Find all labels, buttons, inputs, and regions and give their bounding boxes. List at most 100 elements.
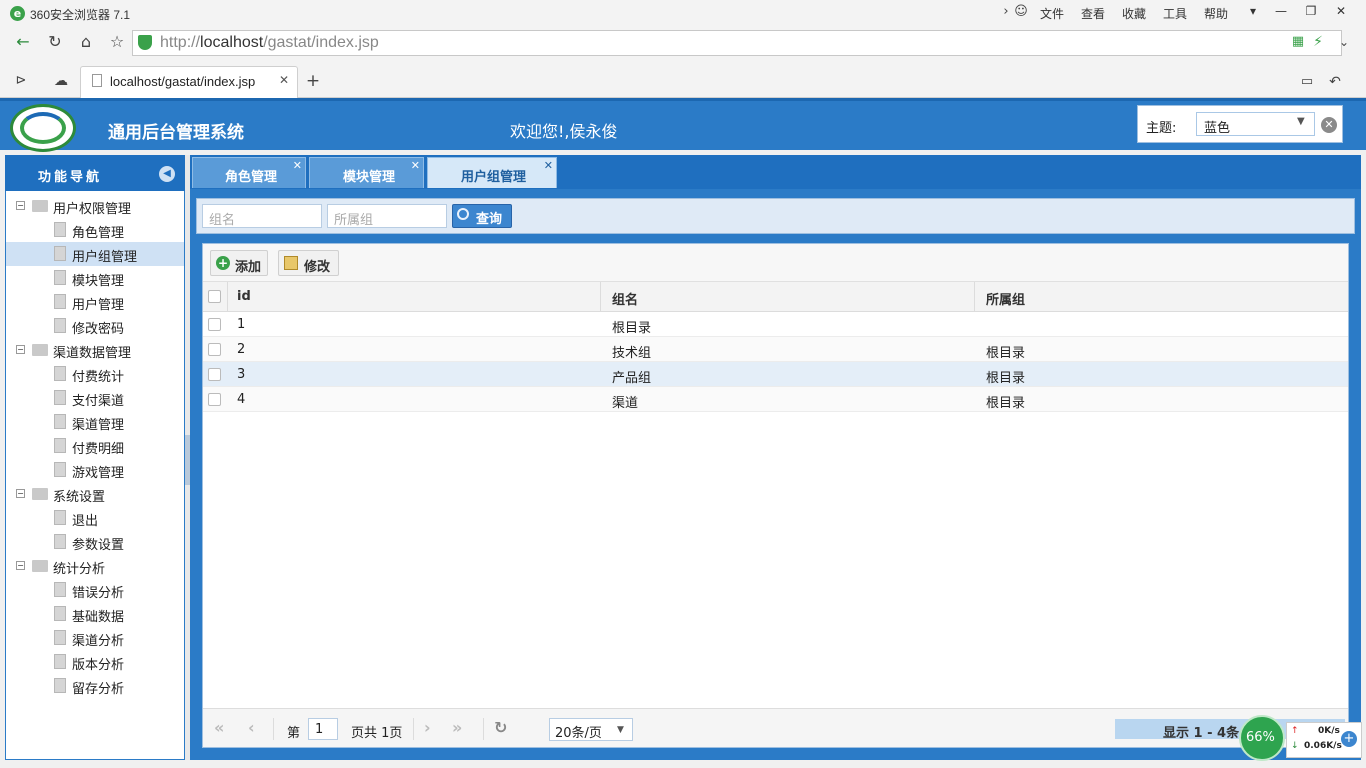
row-checkbox[interactable] xyxy=(208,368,221,381)
collapse-toggle-icon[interactable]: − xyxy=(16,489,25,498)
maximize-icon[interactable]: ❐ xyxy=(1298,0,1324,22)
table-row[interactable]: 2 技术组 根目录 xyxy=(203,337,1348,362)
tab-module-management[interactable]: 模块管理 ✕ xyxy=(309,157,424,188)
sidebar-item[interactable]: − 用户权限管理 xyxy=(6,194,184,218)
select-all-checkbox[interactable] xyxy=(208,290,221,303)
browser-logo-icon: e xyxy=(10,6,25,21)
chevron-down-icon[interactable]: ⌄ xyxy=(1333,31,1355,53)
menu-view[interactable]: 查看 xyxy=(1081,5,1105,22)
sidebar-toggle-icon[interactable]: ⊳ xyxy=(10,70,32,92)
sidebar-item-label: 渠道分析 xyxy=(72,634,125,649)
sidebar-item[interactable]: − 渠道数据管理 xyxy=(6,338,184,362)
table-row[interactable]: 4 渠道 根目录 xyxy=(203,387,1348,412)
collapse-toggle-icon[interactable]: − xyxy=(16,345,25,354)
tab-close-icon[interactable]: ✕ xyxy=(544,159,553,172)
sidebar-item-label: 系统设置 xyxy=(53,490,106,505)
sidebar-item[interactable]: − 系统设置 xyxy=(6,482,184,506)
sidebar-item[interactable]: 用户管理 xyxy=(6,290,184,314)
sidebar-item-label: 付费明细 xyxy=(72,442,125,457)
app-title: 通用后台管理系统 xyxy=(108,123,244,143)
next-page-icon[interactable]: › xyxy=(424,718,431,737)
table-cell: 产品组 xyxy=(612,371,652,386)
plus-icon[interactable]: + xyxy=(1341,731,1357,747)
tab-usergroup-management[interactable]: 用户组管理 ✕ xyxy=(427,157,557,188)
sidebar-item-label: 版本分析 xyxy=(72,658,125,673)
file-icon xyxy=(54,630,66,645)
back-icon[interactable]: ← xyxy=(12,31,34,53)
clear-icon[interactable]: ✕ xyxy=(1321,117,1337,133)
last-page-icon[interactable]: » xyxy=(452,718,462,737)
menu-file[interactable]: 文件 xyxy=(1040,5,1064,22)
sidebar-item[interactable]: 修改密码 xyxy=(6,314,184,338)
sidebar-item-label: 错误分析 xyxy=(72,586,125,601)
tab-close-icon[interactable]: ✕ xyxy=(411,159,420,172)
file-icon xyxy=(54,294,66,309)
sidebar-item-label: 游戏管理 xyxy=(72,466,125,481)
sidebar-item[interactable]: 参数设置 xyxy=(6,530,184,554)
sidebar-item[interactable]: 基础数据 xyxy=(6,602,184,626)
column-header-name[interactable]: 组名 xyxy=(612,289,638,308)
file-icon xyxy=(54,534,66,549)
chevron-down-icon[interactable]: ▼ xyxy=(1297,116,1305,127)
collapse-toggle-icon[interactable]: − xyxy=(16,201,25,210)
sidebar-item[interactable]: − 统计分析 xyxy=(6,554,184,578)
new-tab-icon[interactable]: + xyxy=(302,70,324,92)
lightning-icon[interactable]: ⚡ xyxy=(1307,31,1329,53)
row-checkbox[interactable] xyxy=(208,318,221,331)
url-text[interactable]: http://localhost/gastat/index.jsp xyxy=(160,34,379,52)
minimize-icon[interactable]: — xyxy=(1268,0,1294,22)
sidebar-item[interactable]: 支付渠道 xyxy=(6,386,184,410)
row-checkbox[interactable] xyxy=(208,393,221,406)
tab-list-icon[interactable]: ▭ xyxy=(1296,71,1318,93)
column-header-id[interactable]: id xyxy=(237,289,251,304)
page-total: 页共 1页 xyxy=(351,726,403,741)
table-row[interactable]: 3 产品组 根目录 xyxy=(203,362,1348,387)
sidebar-item[interactable]: 付费统计 xyxy=(6,362,184,386)
sidebar-item[interactable]: 游戏管理 xyxy=(6,458,184,482)
tab-label: 角色管理 xyxy=(225,170,278,185)
user-icon[interactable]: ☺ xyxy=(1010,1,1032,23)
cloud-icon[interactable]: ☁ xyxy=(50,70,72,92)
sidebar-item[interactable]: 版本分析 xyxy=(6,650,184,674)
close-icon[interactable]: ✕ xyxy=(1328,0,1354,22)
undo-icon[interactable]: ↶ xyxy=(1324,71,1346,93)
star-icon[interactable]: ☆ xyxy=(106,31,128,53)
sidebar-item[interactable]: 用户组管理 xyxy=(6,242,184,266)
sidebar-item[interactable]: 渠道分析 xyxy=(6,626,184,650)
home-icon[interactable]: ⌂ xyxy=(75,31,97,53)
table-cell: 技术组 xyxy=(612,346,652,361)
menu-tools[interactable]: 工具 xyxy=(1163,5,1187,22)
skin-icon[interactable]: ▾ xyxy=(1240,0,1266,22)
tab-close-icon[interactable]: ✕ xyxy=(279,73,289,87)
pager-divider xyxy=(483,718,484,740)
sidebar-item[interactable]: 付费明细 xyxy=(6,434,184,458)
first-page-icon[interactable]: « xyxy=(214,718,224,737)
sidebar-item[interactable]: 角色管理 xyxy=(6,218,184,242)
group-name-placeholder: 组名 xyxy=(209,213,236,228)
sidebar-item-label: 用户组管理 xyxy=(72,250,138,265)
sidebar-item-label: 参数设置 xyxy=(72,538,125,553)
collapse-toggle-icon[interactable]: − xyxy=(16,561,25,570)
prev-page-icon[interactable]: ‹ xyxy=(248,718,255,737)
tab-close-icon[interactable]: ✕ xyxy=(293,159,302,172)
file-icon xyxy=(54,510,66,525)
sidebar-item[interactable]: 模块管理 xyxy=(6,266,184,290)
collapse-left-icon[interactable]: ◀ xyxy=(159,166,175,182)
sidebar-item-label: 统计分析 xyxy=(53,562,106,577)
menu-help[interactable]: 帮助 xyxy=(1204,5,1228,22)
tab-role-management[interactable]: 角色管理 ✕ xyxy=(192,157,306,188)
chevron-down-icon[interactable]: ▼ xyxy=(617,725,624,735)
menu-favorites[interactable]: 收藏 xyxy=(1122,5,1146,22)
refresh-icon[interactable]: ↻ xyxy=(494,718,507,737)
sidebar-item[interactable]: 退出 xyxy=(6,506,184,530)
folder-icon xyxy=(32,488,48,500)
reload-icon[interactable]: ↻ xyxy=(44,31,66,53)
sidebar-item[interactable]: 渠道管理 xyxy=(6,410,184,434)
sidebar-item-label: 修改密码 xyxy=(72,322,125,337)
sidebar-item[interactable]: 错误分析 xyxy=(6,578,184,602)
qrcode-icon[interactable]: ▦ xyxy=(1287,31,1309,53)
column-header-parent[interactable]: 所属组 xyxy=(986,289,1025,308)
row-checkbox[interactable] xyxy=(208,343,221,356)
sidebar-item[interactable]: 留存分析 xyxy=(6,674,184,698)
table-row[interactable]: 1 根目录 xyxy=(203,312,1348,337)
